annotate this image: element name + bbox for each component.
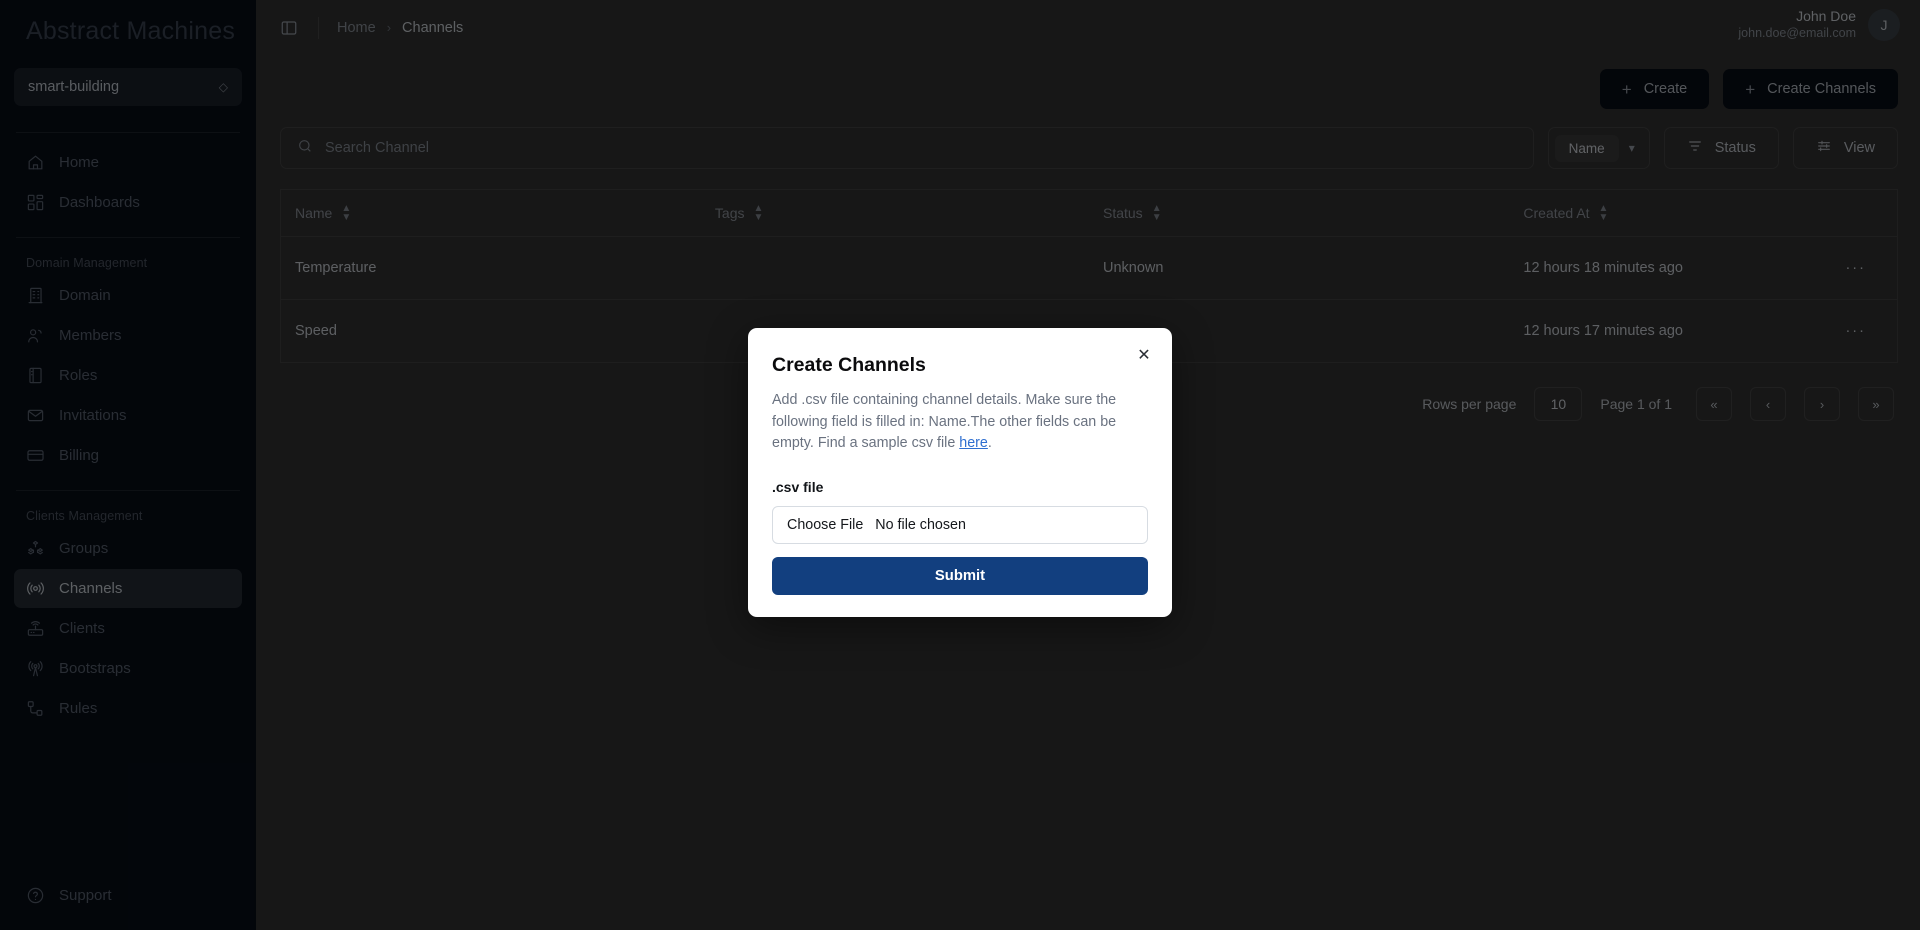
submit-button[interactable]: Submit: [772, 557, 1148, 596]
create-channels-modal: Create Channels ✕ Add .csv file containi…: [748, 328, 1172, 618]
modal-description-text: Add .csv file containing channel details…: [772, 392, 1117, 452]
modal-description: Add .csv file containing channel details…: [772, 390, 1148, 455]
csv-field-label: .csv file: [772, 479, 824, 496]
choose-file-button[interactable]: Choose File: [787, 517, 863, 533]
modal-title: Create Channels: [772, 354, 926, 376]
close-icon[interactable]: ✕: [1134, 345, 1154, 365]
modal-description-suffix: .: [987, 435, 992, 452]
file-status-text: No file chosen: [875, 517, 966, 534]
csv-file-input[interactable]: Choose File No file chosen: [772, 506, 1148, 545]
app-root: Abstract Machines smart-building ◇ Home …: [0, 0, 1920, 930]
sample-csv-link[interactable]: here: [959, 435, 988, 451]
